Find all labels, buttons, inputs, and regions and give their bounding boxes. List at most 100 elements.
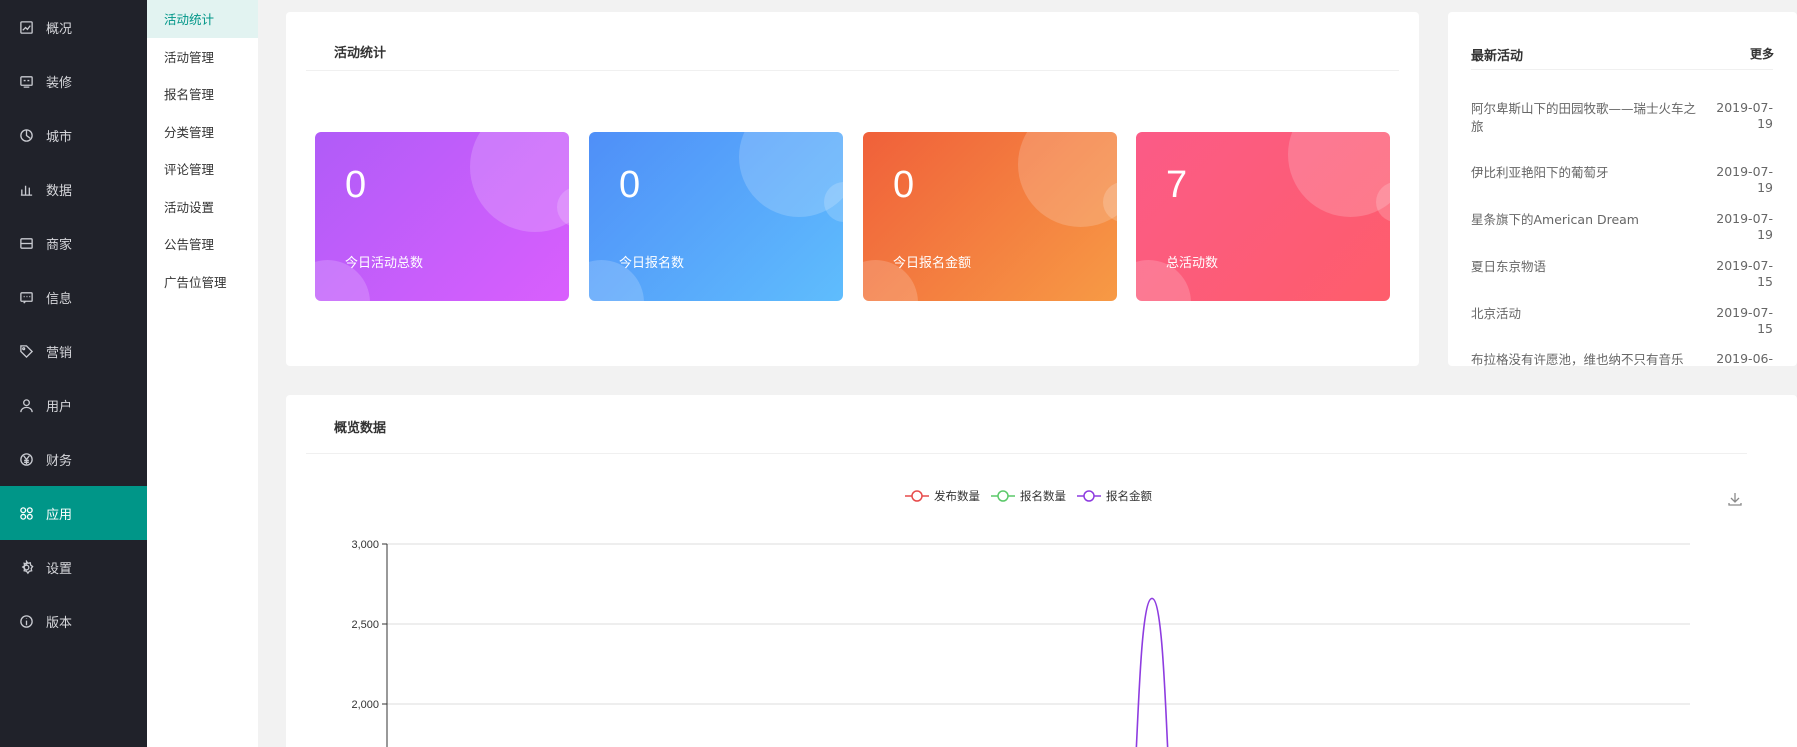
decor-bubble [1018, 132, 1117, 227]
city-icon [17, 126, 35, 144]
decor-bubble [1288, 132, 1390, 217]
news-item[interactable]: 伊比利亚艳阳下的葡萄牙 2019-07-19 [1471, 164, 1773, 196]
user-icon [17, 396, 35, 414]
nav-item-3[interactable]: 数据 [0, 162, 147, 216]
stat-label: 今日报名数 [619, 256, 685, 271]
news-item[interactable]: 阿尔卑斯山下的田园牧歌——瑞士火车之旅 2019-07-19 [1471, 100, 1773, 136]
legend-marker-icon [1077, 490, 1101, 502]
subnav-item-4[interactable]: 评论管理 [147, 150, 258, 188]
stat-tile-today-activities[interactable]: 0 今日活动总数 [315, 132, 569, 301]
nav-item-label: 营销 [46, 345, 73, 361]
nav-item-label: 数据 [46, 183, 73, 199]
divider [1471, 69, 1773, 70]
nav-item-1[interactable]: 装修 [0, 54, 147, 108]
news-item-title: 夏日东京物语 [1471, 259, 1547, 274]
more-link[interactable]: 更多 [1750, 45, 1774, 62]
subnav-item-5[interactable]: 活动设置 [147, 188, 258, 226]
news-item-date: 2019-07-15 [1716, 258, 1773, 289]
legend-item[interactable]: 报名金额 [1076, 488, 1152, 504]
chart-legend: 发布数量 报名数量 报名金额 [904, 488, 1152, 504]
nav-item-label: 用户 [46, 399, 73, 415]
news-item[interactable]: 星条旗下的American Dream 2019-07-19 [1471, 211, 1773, 243]
decor-bubble [470, 132, 569, 232]
nav-item-11[interactable]: 版本 [0, 594, 147, 648]
nav-item-label: 版本 [46, 615, 73, 631]
stat-label: 今日活动总数 [345, 256, 424, 271]
download-icon [1728, 493, 1742, 506]
nav-item-2[interactable]: 城市 [0, 108, 147, 162]
y-tick-label: 3,000 [351, 539, 379, 551]
overview-data-card: 3,000 2,500 2,000 概览数据 发布数量 报名数量 报名金额 [286, 395, 1797, 747]
news-item-title: 星条旗下的American Dream [1471, 212, 1639, 227]
nav-item-0[interactable]: 概况 [0, 0, 147, 54]
news-item-date: 2019-06-04 [1716, 351, 1773, 366]
stat-tile-today-signups[interactable]: 0 今日报名数 [589, 132, 843, 301]
nav-item-10[interactable]: 设置 [0, 540, 147, 594]
main-sidebar: 概况装修城市数据商家信息营销用户财务应用设置版本 [0, 0, 147, 747]
nav-item-label: 信息 [46, 291, 73, 307]
download-chart-button[interactable] [1726, 490, 1744, 508]
nav-item-5[interactable]: 信息 [0, 270, 147, 324]
overview-icon [17, 18, 35, 36]
stat-value: 0 [619, 164, 641, 206]
stat-value: 7 [1166, 164, 1188, 206]
activity-stats-card: 活动统计 0 今日活动总数 0 今日报名数 0 今日报名金额 7 总活动数 [286, 12, 1419, 366]
subnav-item-3[interactable]: 分类管理 [147, 113, 258, 151]
nav-item-6[interactable]: 营销 [0, 324, 147, 378]
news-item-title: 伊比利亚艳阳下的葡萄牙 [1471, 165, 1609, 180]
legend-marker-icon [991, 490, 1015, 502]
nav-item-4[interactable]: 商家 [0, 216, 147, 270]
series-line-signup-amount [1135, 597, 1169, 747]
nav-item-7[interactable]: 用户 [0, 378, 147, 432]
yen-icon [17, 450, 35, 468]
y-tick-label: 2,500 [351, 619, 379, 631]
latest-activities-card: 最新活动 更多 阿尔卑斯山下的田园牧歌——瑞士火车之旅 2019-07-19 伊比利… [1448, 12, 1797, 366]
subnav-item-7[interactable]: 广告位管理 [147, 263, 258, 301]
news-item[interactable]: 夏日东京物语 2019-07-15 [1471, 258, 1773, 290]
subnav-item-1[interactable]: 活动管理 [147, 38, 258, 76]
y-tick-label: 2,000 [351, 699, 379, 711]
gear-icon [17, 558, 35, 576]
legend-marker-icon [905, 490, 929, 502]
info-icon [17, 612, 35, 630]
nav-item-label: 设置 [46, 561, 73, 577]
news-item-title: 北京活动 [1471, 306, 1522, 321]
news-item-date: 2019-07-15 [1716, 305, 1773, 336]
nav-item-9[interactable]: 应用 [0, 486, 147, 540]
nav-item-label: 应用 [46, 507, 73, 523]
news-item[interactable]: 北京活动 2019-07-15 [1471, 305, 1773, 337]
news-title: 最新活动 [1471, 49, 1524, 64]
divider [306, 453, 1747, 454]
stat-tile-total-activities[interactable]: 7 总活动数 [1136, 132, 1390, 301]
decorate-icon [17, 72, 35, 90]
overview-line-chart: 3,000 2,500 2,000 [351, 539, 1690, 747]
nav-item-8[interactable]: 财务 [0, 432, 147, 486]
stat-label: 今日报名金额 [893, 256, 972, 271]
nav-item-label: 装修 [46, 75, 73, 91]
nav-item-label: 商家 [46, 237, 73, 253]
subnav-item-2[interactable]: 报名管理 [147, 75, 258, 113]
stat-label: 总活动数 [1166, 256, 1219, 271]
news-item-title: 布拉格没有许愿池，维也纳不只有音乐 [1471, 352, 1684, 366]
legend-item[interactable]: 发布数量 [904, 488, 980, 504]
news-item-date: 2019-07-19 [1716, 100, 1773, 131]
overview-title: 概览数据 [334, 421, 387, 436]
legend-label: 报名金额 [1106, 489, 1152, 503]
legend-label: 报名数量 [1020, 489, 1066, 503]
bar-chart-icon [17, 180, 35, 198]
news-item-title: 阿尔卑斯山下的田园牧歌——瑞士火车之旅 [1471, 101, 1697, 134]
nav-item-label: 城市 [46, 129, 73, 145]
sub-sidebar: 活动统计 活动管理 报名管理 分类管理 评论管理 活动设置 公告管理 广告位管理 [147, 0, 258, 747]
apps-icon [17, 504, 35, 522]
news-item-date: 2019-07-19 [1716, 164, 1773, 195]
news-item-date: 2019-07-19 [1716, 211, 1773, 242]
nav-item-label: 概况 [46, 21, 73, 37]
stat-value: 0 [345, 164, 367, 206]
divider [306, 70, 1399, 71]
subnav-item-6[interactable]: 公告管理 [147, 225, 258, 263]
message-icon [17, 288, 35, 306]
news-item[interactable]: 布拉格没有许愿池，维也纳不只有音乐 2019-06-04 [1471, 351, 1773, 366]
stat-tile-today-signup-amount[interactable]: 0 今日报名金额 [863, 132, 1117, 301]
subnav-item-0[interactable]: 活动统计 [147, 0, 258, 38]
legend-item[interactable]: 报名数量 [990, 488, 1066, 504]
